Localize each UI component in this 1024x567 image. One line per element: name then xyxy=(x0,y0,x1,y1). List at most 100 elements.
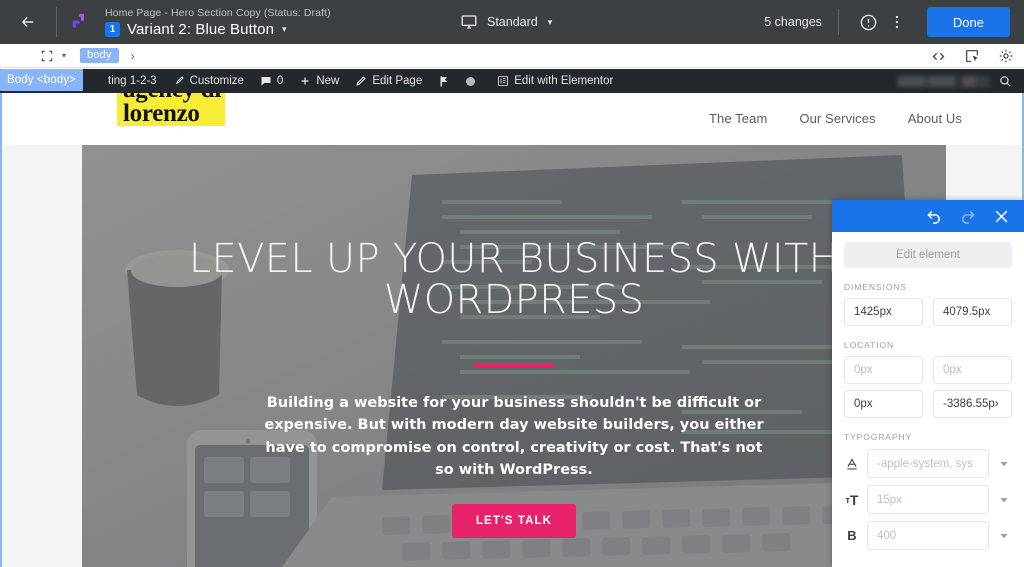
typography-section-label: TYPOGRAPHY xyxy=(844,432,913,442)
wpbar-site-label: ting 1-2-3 xyxy=(108,75,157,87)
arrow-left-icon xyxy=(22,16,34,28)
element-hover-tooltip: Body <body> xyxy=(0,69,83,91)
undo-button[interactable] xyxy=(925,207,943,225)
wpbar-item-comments[interactable]: 0 xyxy=(252,69,291,93)
monitor-icon xyxy=(461,15,477,29)
font-size-input[interactable]: 15px xyxy=(867,485,989,514)
font-size-row: тT 15px xyxy=(844,485,1012,514)
breadcrumb-chip-body[interactable]: body xyxy=(80,48,119,63)
wpbar-search-button[interactable] xyxy=(998,74,1024,88)
app-logo-icon xyxy=(72,13,84,28)
selection-chevron-down-icon[interactable]: ▾ xyxy=(62,51,66,60)
wpbar-item-customize[interactable]: Customize xyxy=(165,69,252,93)
location-left-input[interactable]: -3386.55p› xyxy=(933,390,1012,418)
font-size-icon: тT xyxy=(845,491,859,508)
nav-item-our-services[interactable]: Our Services xyxy=(799,111,875,126)
font-family-input[interactable]: -apple-system, sys xyxy=(867,449,989,478)
elementor-flag-icon xyxy=(440,76,448,86)
hero-cta-button[interactable]: LET'S TALK xyxy=(451,503,577,538)
wpbar-item-edit-page[interactable]: Edit Page xyxy=(347,69,430,93)
app-root: Home Page - Hero Section Copy (Status: D… xyxy=(0,0,1024,567)
search-icon xyxy=(1000,76,1011,87)
redo-button[interactable] xyxy=(959,207,977,225)
caret-down-icon xyxy=(1000,461,1008,466)
close-icon xyxy=(995,210,1008,222)
panel-header xyxy=(832,200,1024,232)
nav-item-the-team[interactable]: The Team xyxy=(709,111,767,126)
undo-icon xyxy=(927,211,940,224)
redo-icon xyxy=(962,211,975,224)
font-weight-input[interactable]: 400 xyxy=(867,521,989,550)
alert-button[interactable] xyxy=(855,8,883,36)
wpbar-account-blurred[interactable] xyxy=(898,75,990,87)
font-weight-chevron-down-icon[interactable] xyxy=(996,530,1012,542)
more-options-button[interactable] xyxy=(883,8,911,36)
hero-heading: LEVEL UP YOUR BUSINESS WITH WORDPRESS xyxy=(188,236,840,323)
editor-topbar: Home Page - Hero Section Copy (Status: D… xyxy=(0,0,1024,44)
variant-title: Variant 2: Blue Button xyxy=(127,21,275,38)
site-header: agency di lorenzo The Team Our Services … xyxy=(2,93,1022,145)
caret-down-icon xyxy=(1000,497,1008,502)
done-button[interactable]: Done xyxy=(926,7,1010,37)
dimensions-section-label: DIMENSIONS xyxy=(844,282,907,292)
wpbar-item-flag[interactable] xyxy=(430,69,458,93)
breadcrumb-chevron-right-icon: › xyxy=(130,48,135,63)
font-weight-icon: B xyxy=(847,528,857,543)
back-button[interactable] xyxy=(0,0,56,44)
hero-section[interactable]: LEVEL UP YOUR BUSINESS WITH WORDPRESS Bu… xyxy=(82,145,946,567)
device-selector[interactable]: Standard ▾ xyxy=(460,0,552,44)
page-subtitle: Home Page - Hero Section Copy (Status: D… xyxy=(105,7,331,19)
variant-badge: 1 xyxy=(105,22,120,37)
edit-element-button[interactable]: Edit element xyxy=(844,242,1012,268)
changes-count: 5 changes xyxy=(764,15,822,29)
code-icon xyxy=(932,52,945,60)
font-family-icon xyxy=(844,457,860,471)
dimensions-fields: 1425px 4079.5px xyxy=(844,298,1012,326)
pointer-frame-icon xyxy=(966,50,978,62)
elementor-panel-icon xyxy=(498,76,509,86)
selection-frame-button[interactable] xyxy=(40,49,54,63)
site-logo[interactable]: agency di lorenzo xyxy=(117,93,225,126)
hero-content: LEVEL UP YOUR BUSINESS WITH WORDPRESS Bu… xyxy=(82,145,946,567)
close-panel-button[interactable] xyxy=(993,208,1010,225)
location-right-input[interactable]: 0px xyxy=(933,356,1012,384)
wpbar-elementor-label: Edit with Elementor xyxy=(514,75,614,87)
topbar-actions: 5 changes Done xyxy=(764,0,1010,44)
brush-icon xyxy=(175,76,184,85)
site-logo-line2: lorenzo xyxy=(123,100,200,127)
location-bottom-input[interactable]: 0px xyxy=(844,390,923,418)
wpbar-edit-page-label: Edit Page xyxy=(372,75,423,87)
circle-dot-icon xyxy=(466,76,476,86)
font-size-chevron-down-icon[interactable] xyxy=(996,494,1012,506)
wpbar-item-status[interactable] xyxy=(458,69,483,93)
alert-circle-icon xyxy=(861,14,877,30)
code-view-button[interactable] xyxy=(931,49,946,64)
actions-divider xyxy=(837,9,839,35)
breadcrumb-toolbar-actions xyxy=(931,44,1014,68)
location-top-input[interactable]: 0px xyxy=(844,356,923,384)
device-chevron-down-icon: ▾ xyxy=(547,16,553,27)
variant-selector[interactable]: 1 Variant 2: Blue Button ▾ xyxy=(105,21,331,38)
chevron-down-icon: ▾ xyxy=(282,24,287,34)
element-inspector-panel: Edit element DIMENSIONS 1425px 4079.5px … xyxy=(832,200,1024,567)
plus-icon xyxy=(301,77,309,85)
selection-frame-icon xyxy=(41,50,53,61)
width-input[interactable]: 1425px xyxy=(844,298,923,326)
caret-down-icon xyxy=(1000,533,1008,538)
height-input[interactable]: 4079.5px xyxy=(933,298,1012,326)
comment-icon xyxy=(261,77,271,86)
nav-item-about-us[interactable]: About Us xyxy=(908,111,962,126)
location-fields-row1: 0px 0px xyxy=(844,356,1012,384)
wpbar-customize-label: Customize xyxy=(189,75,244,87)
app-logo[interactable] xyxy=(57,0,101,44)
wordpress-admin-bar: ting 1-2-3 Customize 0 New Edit Page Edi… xyxy=(0,69,1024,93)
location-fields-row2: 0px -3386.55p› xyxy=(844,390,1012,418)
font-family-chevron-down-icon[interactable] xyxy=(996,458,1012,470)
gear-icon xyxy=(999,49,1013,63)
settings-button[interactable] xyxy=(998,48,1014,64)
hero-accent-rule xyxy=(474,362,554,367)
wpbar-comments-count: 0 xyxy=(276,75,284,87)
wpbar-item-edit-with-elementor[interactable]: Edit with Elementor xyxy=(483,69,621,93)
select-element-button[interactable] xyxy=(964,48,980,64)
wpbar-item-new[interactable]: New xyxy=(291,69,347,93)
